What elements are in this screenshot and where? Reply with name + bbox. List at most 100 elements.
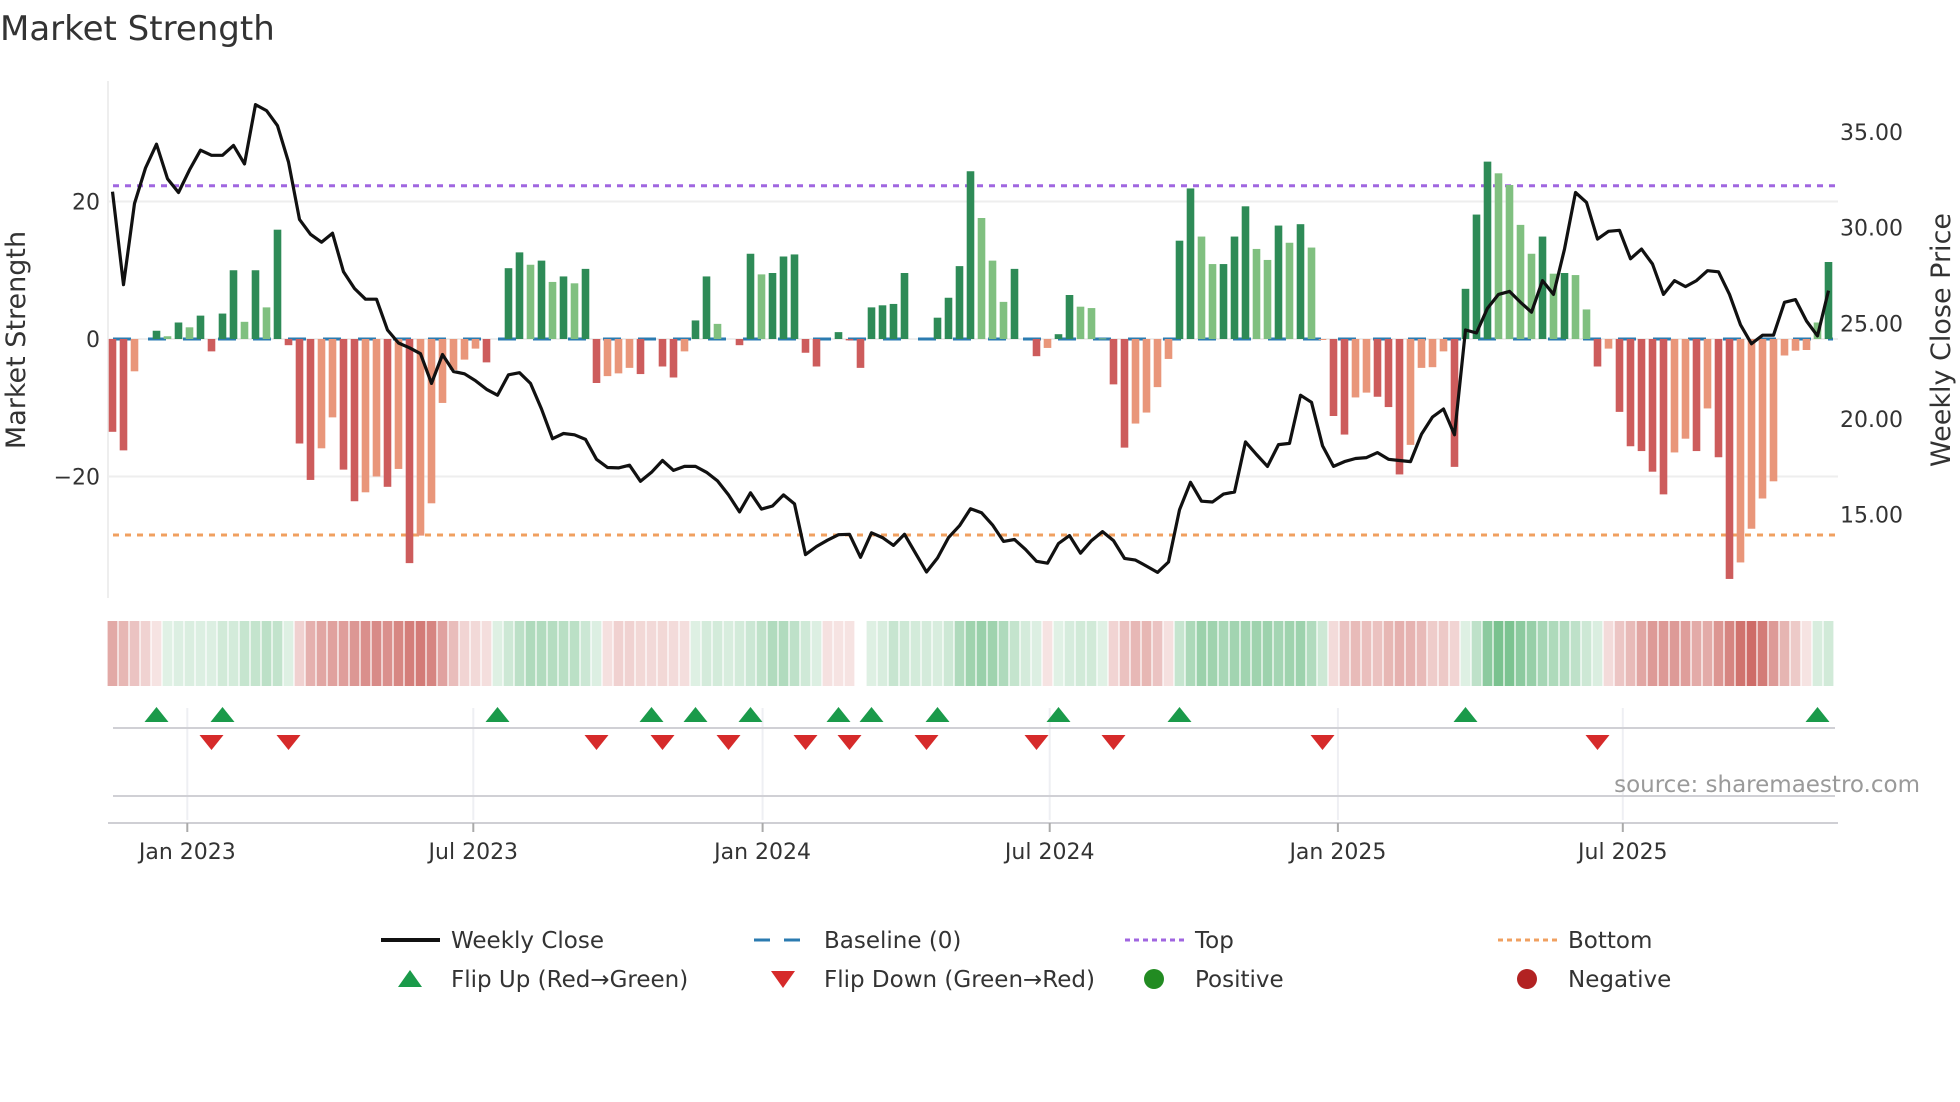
strength-bar — [394, 339, 403, 469]
legend-label: Bottom — [1568, 928, 1652, 954]
strength-bar — [812, 339, 821, 367]
strength-bar — [361, 339, 370, 493]
heatmap-cell — [921, 621, 932, 686]
strength-bar — [1120, 339, 1129, 448]
heatmap-cell — [1713, 621, 1724, 686]
y2-tick-label: 15.00 — [1840, 504, 1903, 529]
heatmap-cell — [1229, 621, 1240, 686]
strength-bar — [1604, 339, 1613, 349]
strength-bar — [1208, 264, 1217, 339]
heatmap-cell — [844, 621, 855, 686]
heatmap-cell — [1086, 621, 1097, 686]
flip-down-marker — [837, 735, 862, 750]
heatmap-cell — [195, 621, 206, 686]
heatmap-cell — [1812, 621, 1823, 686]
heatmap-cell — [954, 621, 965, 686]
heatmap-cell — [1746, 621, 1757, 686]
heatmap-cell — [987, 621, 998, 686]
strength-bar — [1626, 339, 1635, 447]
legend-item: Negative — [1517, 967, 1671, 993]
legend-item: Weekly Close — [381, 928, 604, 954]
heatmap-cell — [1416, 621, 1427, 686]
heatmap-cell — [129, 621, 140, 686]
strength-bar — [713, 323, 722, 339]
heatmap-cell — [1163, 621, 1174, 686]
strength-bar — [416, 339, 425, 536]
heatmap-cell — [1493, 621, 1504, 686]
heatmap-cell — [1295, 621, 1306, 686]
heatmap-cell — [239, 621, 250, 686]
strength-bar — [779, 256, 788, 339]
flip-down-marker — [199, 735, 224, 750]
heatmap-cell — [723, 621, 734, 686]
heatmap-cell — [1592, 621, 1603, 686]
strength-bar — [1362, 339, 1371, 393]
flip-up-red-green-icon — [398, 970, 422, 987]
heatmap-cell — [811, 621, 822, 686]
heatmap-cell — [481, 621, 492, 686]
heatmap-cell — [492, 621, 503, 686]
heatmap-cell — [1251, 621, 1262, 686]
strength-bar — [163, 336, 172, 339]
heatmap-cell — [1361, 621, 1372, 686]
heatmap-cell — [536, 621, 547, 686]
strength-bar — [1318, 339, 1327, 340]
heatmap-cell — [1108, 621, 1119, 686]
heatmap-cell — [1273, 621, 1284, 686]
strength-bar — [1109, 339, 1118, 385]
heatmap-cell — [1801, 621, 1812, 686]
heatmap-cell — [591, 621, 602, 686]
legend-item: Top — [1125, 928, 1234, 954]
strength-bar — [1296, 224, 1305, 339]
strength-bar — [1252, 248, 1261, 339]
strength-bar — [218, 313, 227, 339]
reference-lines — [113, 184, 1838, 537]
heatmap-cell — [1350, 621, 1361, 686]
heatmap-cell — [1152, 621, 1163, 686]
y-tick-label: −20 — [54, 466, 100, 491]
heatmap-cell — [1328, 621, 1339, 686]
legend-label: Positive — [1195, 967, 1284, 993]
strength-bar — [1472, 214, 1481, 339]
heatmap-cell — [470, 621, 481, 686]
heatmap-cell — [426, 621, 437, 686]
heatmap-cell — [866, 621, 877, 686]
flip-up-marker — [683, 707, 708, 722]
heatmap-cell — [338, 621, 349, 686]
strength-bar — [867, 307, 876, 339]
heatmap-cell — [1680, 621, 1691, 686]
heatmap-cell — [1526, 621, 1537, 686]
strength-bar — [669, 339, 678, 378]
strength-bar — [1692, 339, 1701, 452]
strength-bar — [1406, 339, 1415, 445]
strength-bar — [1582, 309, 1591, 339]
heatmap-cell — [1625, 621, 1636, 686]
right-axis-title: Weekly Close Price — [1926, 213, 1957, 467]
strength-bar — [1395, 339, 1404, 475]
heatmap-cell — [371, 621, 382, 686]
strength-bar — [933, 317, 942, 339]
strength-bar — [757, 274, 766, 339]
heatmap-cell — [1449, 621, 1460, 686]
heatmap-cell — [657, 621, 668, 686]
heatmap-cell — [1009, 621, 1020, 686]
heatmap-cell — [360, 621, 371, 686]
heatmap-cell — [503, 621, 514, 686]
strength-bar — [702, 276, 711, 339]
legend-label: Top — [1194, 928, 1234, 954]
heatmap-cell — [1240, 621, 1251, 686]
strength-bar — [438, 339, 447, 403]
heatmap-cell — [712, 621, 723, 686]
heatmap-cell — [965, 621, 976, 686]
heatmap-cell — [1042, 621, 1053, 686]
heatmap-cell — [624, 621, 635, 686]
heatmap-cell — [1020, 621, 1031, 686]
strength-bar — [152, 330, 161, 339]
strength-bar — [1725, 339, 1734, 579]
strength-bar — [1373, 339, 1382, 397]
x-axis: Jan 2023 Jul 2023 Jan 2024 Jul 2024 Jan 2025… — [108, 822, 1838, 865]
flip-down-marker — [914, 735, 939, 750]
heatmap-cell — [1053, 621, 1064, 686]
heatmap-cell — [690, 621, 701, 686]
heatmap-cell — [316, 621, 327, 686]
